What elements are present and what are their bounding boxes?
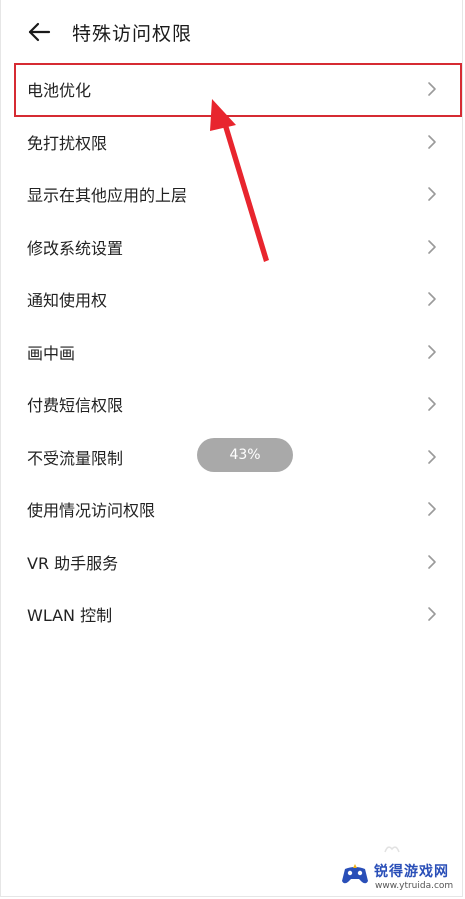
list-item-display-over-apps[interactable]: 显示在其他应用的上层 <box>0 168 465 221</box>
list-item-premium-sms[interactable]: 付费短信权限 <box>0 378 465 431</box>
chevron-right-icon <box>428 554 436 569</box>
chevron-right-icon <box>428 502 436 517</box>
chevron-right-icon <box>428 397 436 412</box>
chevron-right-icon <box>428 344 436 359</box>
list-item-modify-system-settings[interactable]: 修改系统设置 <box>0 221 465 274</box>
list-item-wlan-control[interactable]: WLAN 控制 <box>0 588 465 641</box>
list-item-usage-access[interactable]: 使用情况访问权限 <box>0 483 465 536</box>
watermark-name: 锐得游戏网 <box>374 864 449 880</box>
list-item-label: 画中画 <box>27 343 76 363</box>
chevron-right-icon <box>428 292 436 307</box>
arrow-left-icon <box>28 22 51 42</box>
list-item-label: 使用情况访问权限 <box>27 501 156 521</box>
list-item-do-not-disturb[interactable]: 免打扰权限 <box>0 116 465 169</box>
list-item-notification-access[interactable]: 通知使用权 <box>0 273 465 326</box>
chevron-right-icon <box>428 607 436 622</box>
list-item-vr-helper[interactable]: VR 助手服务 <box>0 536 465 589</box>
list-item-label: 免打扰权限 <box>27 133 108 153</box>
top-app-bar: 特殊访问权限 <box>0 0 465 62</box>
watermark-url: www.ytruida.com <box>375 881 454 891</box>
list-item-label: 修改系统设置 <box>27 238 124 258</box>
list-item-label: 不受流量限制 <box>27 448 124 468</box>
chevron-right-icon <box>428 187 436 202</box>
highlight-box <box>14 63 462 117</box>
list-item-label: 付费短信权限 <box>27 396 124 416</box>
site-watermark: 锐得游戏网 www.ytruida.com <box>338 858 462 894</box>
chevron-right-icon <box>428 134 436 149</box>
list-item-picture-in-picture[interactable]: 画中画 <box>0 326 465 379</box>
chevron-right-icon <box>428 239 436 254</box>
faint-watermark-icon <box>384 846 400 853</box>
list-item-label: 显示在其他应用的上层 <box>27 186 188 206</box>
permission-list: 电池优化 免打扰权限 显示在其他应用的上层 修改系统设置 通知使用权 画中画 付… <box>0 63 465 641</box>
list-item-label: WLAN 控制 <box>27 606 113 626</box>
back-button[interactable] <box>26 18 54 46</box>
chevron-right-icon <box>428 449 436 464</box>
list-item-label: 通知使用权 <box>27 291 108 311</box>
progress-toast: 43% <box>197 438 293 472</box>
gamepad-logo-icon <box>342 864 368 884</box>
list-item-label: VR 助手服务 <box>27 553 119 573</box>
page-title: 特殊访问权限 <box>72 23 193 45</box>
